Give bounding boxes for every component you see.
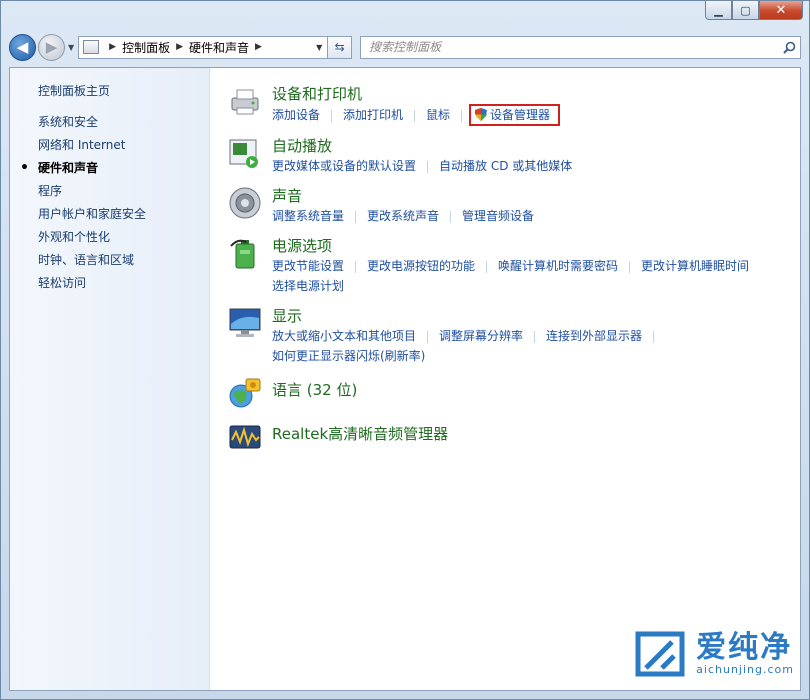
category-autoplay: 自动播放 更改媒体或设备的默认设置 自动播放 CD 或其他媒体 bbox=[228, 136, 800, 176]
language-icon[interactable] bbox=[228, 376, 262, 410]
link-add-printer[interactable]: 添加打印机 bbox=[343, 108, 403, 122]
monitor-icon[interactable] bbox=[228, 306, 262, 340]
link-change-media-defaults[interactable]: 更改媒体或设备的默认设置 bbox=[272, 159, 416, 173]
watermark-logo-icon bbox=[635, 631, 685, 677]
category-power-options: 电源选项 更改节能设置 更改电源按钮的功能 唤醒计算机时需要密码 更改计算机睡眠时间 … bbox=[228, 236, 800, 296]
search-icon[interactable] bbox=[783, 41, 796, 54]
search-input[interactable] bbox=[369, 40, 783, 54]
sidebar-item-ease-of-access[interactable]: 轻松访问 bbox=[38, 272, 209, 295]
printer-icon[interactable] bbox=[228, 84, 262, 118]
breadcrumb-control-panel[interactable]: 控制面板 bbox=[122, 39, 170, 56]
link-require-password-wake[interactable]: 唤醒计算机时需要密码 bbox=[498, 259, 618, 273]
sidebar: 控制面板主页 系统和安全 网络和 Internet 硬件和声音 程序 用户帐户和… bbox=[10, 68, 210, 690]
forward-arrow-icon: ▶ bbox=[45, 38, 58, 56]
caption-buttons: ▁ ▢ ✕ bbox=[705, 1, 803, 20]
link-separator bbox=[534, 330, 536, 343]
control-panel-icon bbox=[83, 40, 100, 54]
sidebar-item-programs[interactable]: 程序 bbox=[38, 180, 209, 203]
address-bar[interactable]: ▶ 控制面板 ▶ 硬件和声音 ▶ ▼ bbox=[78, 35, 329, 59]
sidebar-item-network-internet[interactable]: 网络和 Internet bbox=[38, 134, 209, 157]
category-title-display[interactable]: 显示 bbox=[272, 306, 800, 326]
refresh-button[interactable]: ⇆ bbox=[328, 35, 353, 59]
link-manage-audio-devices[interactable]: 管理音频设备 bbox=[462, 209, 534, 223]
category-title-language[interactable]: 语言 (32 位) bbox=[272, 376, 800, 404]
sidebar-item-user-accounts[interactable]: 用户帐户和家庭安全 bbox=[38, 203, 209, 226]
sidebar-item-appearance[interactable]: 外观和个性化 bbox=[38, 226, 209, 249]
recent-pages-dropdown-icon[interactable]: ▼ bbox=[68, 43, 74, 52]
link-separator bbox=[414, 109, 416, 122]
link-separator bbox=[427, 330, 429, 343]
autoplay-icon[interactable] bbox=[228, 136, 262, 170]
content-area: 控制面板主页 系统和安全 网络和 Internet 硬件和声音 程序 用户帐户和… bbox=[9, 67, 801, 691]
breadcrumb-chevron-icon[interactable]: ▶ bbox=[176, 42, 183, 52]
search-box bbox=[360, 35, 801, 59]
back-arrow-icon: ◀ bbox=[16, 38, 29, 56]
link-separator bbox=[629, 260, 631, 273]
back-button[interactable]: ◀ bbox=[9, 33, 36, 61]
realtek-audio-icon[interactable] bbox=[228, 420, 262, 454]
link-separator bbox=[653, 330, 655, 343]
sidebar-item-clock-language-region[interactable]: 时钟、语言和区域 bbox=[38, 249, 209, 272]
forward-button[interactable]: ▶ bbox=[38, 33, 65, 61]
link-screen-resolution[interactable]: 调整屏幕分辨率 bbox=[439, 329, 523, 343]
link-separator bbox=[450, 210, 452, 223]
breadcrumb-chevron-icon[interactable]: ▶ bbox=[255, 42, 262, 52]
link-separator bbox=[486, 260, 488, 273]
link-adjust-volume[interactable]: 调整系统音量 bbox=[272, 209, 344, 223]
category-title-devices-printers[interactable]: 设备和打印机 bbox=[272, 84, 800, 104]
maximize-button[interactable]: ▢ bbox=[732, 1, 759, 20]
battery-icon[interactable] bbox=[228, 236, 262, 270]
category-display: 显示 放大或缩小文本和其他项目 调整屏幕分辨率 连接到外部显示器 如何更正显示器闪烁… bbox=[228, 306, 800, 366]
close-icon: ✕ bbox=[775, 2, 787, 18]
close-button[interactable]: ✕ bbox=[759, 1, 803, 20]
category-title-realtek[interactable]: Realtek高清晰音频管理器 bbox=[272, 420, 800, 448]
sidebar-home-link[interactable]: 控制面板主页 bbox=[38, 80, 209, 103]
refresh-icon: ⇆ bbox=[334, 40, 345, 54]
sidebar-item-system-security[interactable]: 系统和安全 bbox=[38, 111, 209, 134]
address-dropdown-icon[interactable]: ▼ bbox=[311, 43, 327, 52]
category-sound: 声音 调整系统音量 更改系统声音 管理音频设备 bbox=[228, 186, 800, 226]
link-change-system-sounds[interactable]: 更改系统声音 bbox=[367, 209, 439, 223]
category-title-power-options[interactable]: 电源选项 bbox=[272, 236, 800, 256]
link-power-button-function[interactable]: 更改电源按钮的功能 bbox=[367, 259, 475, 273]
watermark-url: aichunjing.com bbox=[696, 662, 794, 676]
breadcrumb-chevron-icon[interactable]: ▶ bbox=[109, 42, 116, 52]
link-add-device[interactable]: 添加设备 bbox=[272, 108, 320, 122]
device-manager-highlight: 设备管理器 bbox=[469, 104, 561, 126]
category-title-autoplay[interactable]: 自动播放 bbox=[272, 136, 800, 156]
uac-shield-icon bbox=[475, 108, 488, 121]
link-change-power-saving[interactable]: 更改节能设置 bbox=[272, 259, 344, 273]
link-choose-power-plan[interactable]: 选择电源计划 bbox=[272, 279, 344, 293]
category-language: 语言 (32 位) bbox=[228, 376, 800, 410]
link-separator bbox=[355, 210, 357, 223]
watermark-text: 爱纯净 bbox=[696, 629, 793, 665]
link-text-size[interactable]: 放大或缩小文本和其他项目 bbox=[272, 329, 416, 343]
link-change-sleep-time[interactable]: 更改计算机睡眠时间 bbox=[641, 259, 749, 273]
minimize-icon: ▁ bbox=[714, 3, 723, 17]
link-separator bbox=[427, 160, 429, 173]
link-device-manager[interactable]: 设备管理器 bbox=[490, 108, 550, 122]
maximize-icon: ▢ bbox=[740, 3, 751, 17]
breadcrumb-hardware-sound[interactable]: 硬件和声音 bbox=[189, 39, 249, 56]
category-title-sound[interactable]: 声音 bbox=[272, 186, 800, 206]
link-autoplay-cd[interactable]: 自动播放 CD 或其他媒体 bbox=[439, 159, 572, 173]
minimize-button[interactable]: ▁ bbox=[705, 1, 732, 20]
link-external-display[interactable]: 连接到外部显示器 bbox=[546, 329, 642, 343]
link-mouse[interactable]: 鼠标 bbox=[426, 108, 450, 122]
link-refresh-rate[interactable]: 如何更正显示器闪烁(刷新率) bbox=[272, 349, 425, 363]
sidebar-item-hardware-sound[interactable]: 硬件和声音 bbox=[20, 157, 209, 180]
watermark: 爱纯净 aichunjing.com bbox=[632, 628, 794, 680]
navigation-bar: ◀ ▶ ▼ ▶ 控制面板 ▶ 硬件和声音 ▶ ▼ ⇆ bbox=[9, 31, 801, 63]
link-separator bbox=[331, 109, 333, 122]
category-devices-printers: 设备和打印机 添加设备 添加打印机 鼠标 设备管理器 bbox=[228, 84, 800, 126]
main-panel: 设备和打印机 添加设备 添加打印机 鼠标 设备管理器 自动播放 更改媒体或设备的… bbox=[210, 68, 800, 690]
control-panel-window: ▁ ▢ ✕ ◀ ▶ ▼ ▶ 控制面板 ▶ 硬件和声音 ▶ ▼ ⇆ 控制面板主页 … bbox=[0, 0, 810, 700]
speaker-icon[interactable] bbox=[228, 186, 262, 220]
link-separator bbox=[461, 109, 463, 122]
category-realtek: Realtek高清晰音频管理器 bbox=[228, 420, 800, 454]
link-separator bbox=[355, 260, 357, 273]
